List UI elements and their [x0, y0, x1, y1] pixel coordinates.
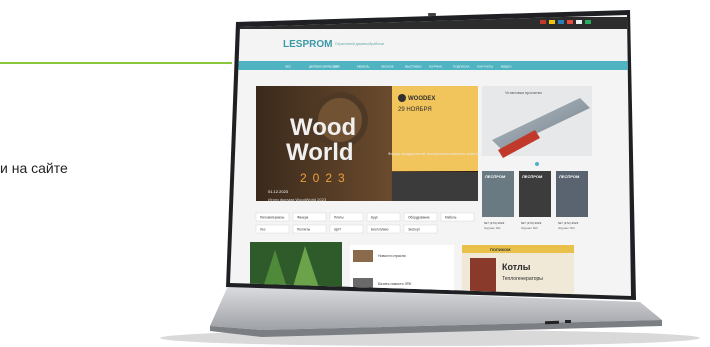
- category-tag-label: Мебель: [445, 216, 457, 220]
- woodex-brand: WOODEX: [408, 96, 435, 102]
- woodex-logo-icon: [398, 94, 406, 102]
- camera-icon: [428, 13, 436, 16]
- nav-item[interactable]: ЦБП: [333, 65, 339, 69]
- category-tag-label: Оборудование: [408, 216, 430, 220]
- flag-icon: [585, 20, 591, 24]
- woodex-date: 29 НОЯБРЯ: [398, 107, 432, 113]
- category-tag-label: Лес: [260, 228, 266, 232]
- magazine-label[interactable]: Журнал №3: [558, 226, 575, 230]
- website-screen: LESPROM Отраслевой деревообработки ЛЕС ДЕ…: [230, 15, 631, 296]
- usb-port-icon: [544, 320, 560, 325]
- hero-year: 2023: [300, 171, 351, 185]
- news-b[interactable]: Бизнес-новости ЛПК: [378, 282, 412, 286]
- category-tag-label: Экспорт: [408, 228, 421, 232]
- slider-dot[interactable]: [535, 162, 539, 166]
- magazine-label[interactable]: Журнал №1: [484, 226, 501, 230]
- category-tag-label: ЦБП: [334, 228, 341, 232]
- magazine-title: ЛЕСПРОМ: [559, 174, 580, 179]
- nav-item[interactable]: ВЫСТАВКИ: [405, 65, 421, 69]
- news-a[interactable]: Новости отрасли: [378, 254, 406, 258]
- site-logo-sub: Отраслевой деревообработки: [335, 42, 384, 46]
- boiler-ad-brand: ПОЛИКОМ: [490, 247, 511, 252]
- nav-item[interactable]: МЕБЕЛЬ: [357, 65, 369, 69]
- boiler-ad-header: [462, 245, 574, 253]
- flag-icon: [540, 20, 546, 24]
- category-tag-label: Плиты: [334, 216, 344, 220]
- magazine-label[interactable]: Журнал №2: [521, 226, 538, 230]
- boiler-ad-title: Котлы: [502, 262, 531, 272]
- magazines-list: ЛЕСПРОМ №7 (174) 2023Журнал №1 ЛЕСПРОМ №7 (…: [482, 171, 588, 230]
- news-thumb: [353, 250, 373, 262]
- nav-item[interactable]: ЛЕС: [285, 65, 292, 69]
- flag-icon: [558, 20, 564, 24]
- magazine-date: №7 (173) 2023: [521, 221, 542, 225]
- right-banner-title: Установки пропитки: [505, 90, 542, 95]
- category-tag-label: Пеллеты: [297, 228, 311, 232]
- boiler-ad-photo: [470, 258, 496, 292]
- boiler-ad-sub: Теплогенераторы: [502, 276, 543, 282]
- nav-item[interactable]: ЛЕСНОЕ: [381, 65, 394, 69]
- site-logo[interactable]: LESPROM: [283, 39, 332, 50]
- nav-item[interactable]: ЖУРНАЛ: [429, 65, 442, 69]
- port-icon: [565, 320, 571, 323]
- magazine-date: №7 (174) 2023: [484, 221, 505, 225]
- flag-icon: [567, 20, 573, 24]
- category-tag-label: Пиломатериалы: [260, 216, 285, 220]
- hero-caption: Итоги форума WoodWorld 2023: [268, 197, 327, 202]
- laptop-illustration: LESPROM Отраслевой деревообработки ЛЕС ДЕ…: [160, 10, 700, 346]
- hero-title-line1: Wood: [290, 114, 356, 141]
- nav-item[interactable]: КОНТАКТЫ: [477, 65, 494, 69]
- magazine-title: ЛЕСПРОМ: [522, 174, 543, 179]
- woodex-desc: Форум предприятий лесопромышленного комп…: [388, 151, 487, 156]
- woodex-photo: [392, 172, 478, 201]
- category-tag-label: Брус: [371, 216, 378, 220]
- nav-item[interactable]: ПОДПИСКА: [453, 65, 470, 69]
- category-tag-label: Биотопливо: [371, 228, 389, 232]
- magazine-title: ЛЕСПРОМ: [485, 174, 506, 179]
- hero-date: 01.12.2023: [268, 189, 289, 194]
- nav-item[interactable]: ВИДЕО: [501, 65, 512, 69]
- flag-icon: [549, 20, 555, 24]
- category-tag-label: Фанера: [297, 216, 309, 220]
- flag-icon: [576, 20, 582, 24]
- magazine-date: №7 (172) 2023: [558, 221, 579, 225]
- hero-title-line2: World: [286, 139, 354, 166]
